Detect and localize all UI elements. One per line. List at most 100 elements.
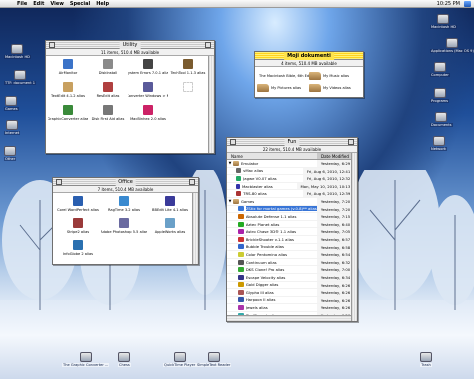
file-icon-item[interactable]: DiskInstall (88, 59, 128, 82)
file-name-text: Bubble Trouble alias (245, 244, 284, 250)
desktop-icon[interactable]: Other (4, 146, 17, 161)
folder-item[interactable]: My Music alias (309, 70, 361, 82)
menu-clock[interactable]: 10:25 PM (437, 1, 460, 7)
vertical-scrollbar[interactable] (192, 193, 198, 264)
horizontal-scrollbar[interactable] (227, 315, 351, 321)
file-row[interactable]: Macblaster alias Mon, May 10, 2010, 10:13… (227, 182, 357, 191)
desktop-icon[interactable]: Network (430, 136, 448, 151)
app-icon-item[interactable]: Adobe Photoshop 5.5 alias (101, 218, 147, 240)
close-box[interactable] (49, 42, 55, 48)
file-row[interactable]: Harpoon II alias Yesterday, 6:26 PM (227, 296, 357, 305)
folder-item[interactable]: The Macintosh Bible, 6th Ed. (257, 70, 309, 82)
file-row[interactable]: Gold Digger alias Yesterday, 6:26 PM (227, 281, 357, 290)
desktop-icon[interactable]: Trash (420, 352, 432, 367)
file-icon-item[interactable]: TechTool 1.1.3 alias (168, 59, 208, 82)
app-icon-item[interactable]: BBEdit Lite 4.1 alias (147, 196, 193, 218)
application-menu-icon[interactable] (464, 1, 471, 7)
zoom-box[interactable] (348, 139, 354, 145)
desktop-icon-label: Chess (118, 363, 131, 367)
office-titlebar[interactable]: Office (53, 178, 198, 186)
file-name: DKS Clone! Pro alias (246, 267, 317, 272)
desktop-icon[interactable]: Computer (430, 62, 450, 77)
app-icon-label: BBEdit Lite 4.1 alias (152, 208, 188, 212)
file-row[interactable]: TRS-80 alias Fri, Aug 6, 2010, 12:39 PM (227, 190, 357, 198)
menu-file[interactable]: File (14, 1, 30, 7)
file-row[interactable]: Jewels alias Yesterday, 6:26 PM (227, 304, 357, 312)
utility-window[interactable]: Utility 11 items, 510.4 MB available Air… (45, 40, 215, 154)
file-row[interactable]: Absolute Defense 1.1 alias Yesterday, 7:1… (227, 213, 357, 221)
utility-titlebar[interactable]: Utility (46, 41, 214, 49)
desktop-icon[interactable]: TTF: document 1 (4, 70, 37, 85)
file-icon-item[interactable]: TextEdit 4.1.2 alias (48, 82, 88, 105)
file-row[interactable]: Aztec Planet alias Yesterday, 6:40 PM (227, 220, 357, 229)
desktop-icon[interactable]: Macintosh HD (430, 14, 457, 29)
file-row[interactable]: ZStix for mortal games (v.0.8)** alias Ye… (227, 205, 357, 214)
desktop-icon[interactable]: Internet (4, 120, 21, 135)
alias-icon (238, 229, 244, 235)
alias-icon (238, 305, 244, 311)
file-row[interactable]: Bubble Trouble alias Yesterday, 6:58 PM (227, 243, 357, 252)
folder-item[interactable]: My Pictures alias (257, 82, 309, 94)
close-box[interactable] (230, 139, 236, 145)
app-icon-item[interactable]: AppleWorks alias (147, 218, 193, 240)
desktop-icon[interactable]: Programs (430, 88, 450, 103)
desktop-icon[interactable]: The Graphic Converter ... (62, 352, 110, 367)
file-row[interactable]: DKS Clone! Pro alias Yesterday, 7:00 PM (227, 266, 357, 274)
file-icon-label: System Errors 7.0.1 alias (128, 71, 168, 75)
menu-edit[interactable]: Edit (30, 1, 47, 7)
fun-titlebar[interactable]: Fun (227, 138, 357, 146)
file-icon-item[interactable]: ResEdit alias (88, 82, 128, 105)
folder-row[interactable]: ▼ Games Yesterday, 7:20 PM (227, 197, 357, 206)
file-row[interactable]: Continuum alias Yesterday, 6:32 PM (227, 258, 357, 267)
file-icon-item[interactable]: AirMonitor (48, 59, 88, 82)
file-name: Astro Chase 3D® 1.1 alias (246, 229, 317, 234)
file-row[interactable]: BrickleShooter v.1.1 alias Yesterday, 6:5… (227, 235, 357, 244)
file-icon-item[interactable]: MacBinhex 2.0 alias (128, 105, 168, 128)
file-icon-item[interactable]: GraphicConverter alias (48, 105, 88, 128)
file-name: Escape Velocity alias (246, 275, 317, 280)
menu-view[interactable]: View (47, 1, 67, 7)
alias-icon (238, 221, 244, 227)
app-icon-item[interactable]: InfoGlobe 2 alias (55, 240, 101, 262)
column-name-header[interactable]: Name (227, 153, 317, 159)
vertical-scrollbar[interactable] (351, 153, 357, 321)
desktop-icon[interactable]: QuickTime Player (163, 352, 197, 367)
close-box[interactable] (56, 179, 62, 185)
file-icon-item[interactable] (168, 82, 208, 105)
zoom-box[interactable] (189, 179, 195, 185)
folder-item[interactable]: My Videos alias (309, 82, 361, 94)
file-row[interactable]: Color Pentomino alias Yesterday, 6:54 PM (227, 251, 357, 259)
file-row[interactable]: Glypha III alias Yesterday, 6:26 PM (227, 289, 357, 297)
desktop-icon[interactable]: SimpleText Reader (196, 352, 232, 367)
file-row[interactable]: Astro Chase 3D® 1.1 alias Yesterday, 7:05… (227, 228, 357, 236)
menu-special[interactable]: Special (67, 1, 93, 7)
desktop-icon[interactable]: Macintosh HD (4, 44, 31, 59)
file-icon-item[interactable]: Disk First Aid alias (88, 105, 128, 128)
stripe-icon (73, 218, 83, 228)
file-row[interactable]: Jagwe V0.07 alias Fri, Aug 6, 2010, 12:32… (227, 175, 357, 183)
file-icon-item[interactable]: TTConverter Windows > Mac (128, 82, 168, 105)
file-date: Fri, Aug 6, 2010, 12:32 PM (302, 175, 357, 182)
desktop-icon[interactable]: Documents (430, 112, 453, 127)
desktop-icon[interactable]: Games (4, 96, 19, 111)
documents-window[interactable]: Moji dokumenti 4 items, 510.4 MB availab… (254, 51, 364, 98)
documents-titlebar[interactable]: Moji dokumenti (255, 52, 363, 60)
file-row[interactable]: Escape Velocity alias Yesterday, 6:34 PM (227, 273, 357, 282)
fun-window[interactable]: Fun 22 items, 510.4 MB available Name Da… (226, 137, 358, 322)
zoom-box[interactable] (205, 42, 211, 48)
menu-help[interactable]: Help (93, 1, 112, 7)
file-name-text: Absolute Defense 1.1 alias (245, 213, 297, 219)
app-icon-item[interactable]: Stripe2 alias (55, 218, 101, 240)
file-icon-item[interactable]: System Errors 7.0.1 alias (128, 59, 168, 82)
office-window[interactable]: Office 7 items, 510.4 MB available Corel… (52, 177, 199, 265)
wordperfect-icon (73, 196, 83, 206)
folder-row[interactable]: ▼ Emulator Yesterday, 6:29 PM (227, 160, 357, 168)
desktop-icon[interactable]: Applications (Mac OS 9) (430, 38, 474, 53)
app-icon-label: Stripe2 alias (66, 230, 90, 234)
file-row[interactable]: vMac alias Fri, Aug 6, 2010, 12:41 PM (227, 167, 357, 176)
vertical-scrollbar[interactable] (208, 56, 214, 153)
desktop-icon[interactable]: Chess (118, 352, 131, 367)
network-icon (432, 136, 445, 146)
app-icon-item[interactable]: RagTime 3.2 alias (101, 196, 147, 218)
app-icon-item[interactable]: Corel WordPerfect alias (55, 196, 101, 218)
